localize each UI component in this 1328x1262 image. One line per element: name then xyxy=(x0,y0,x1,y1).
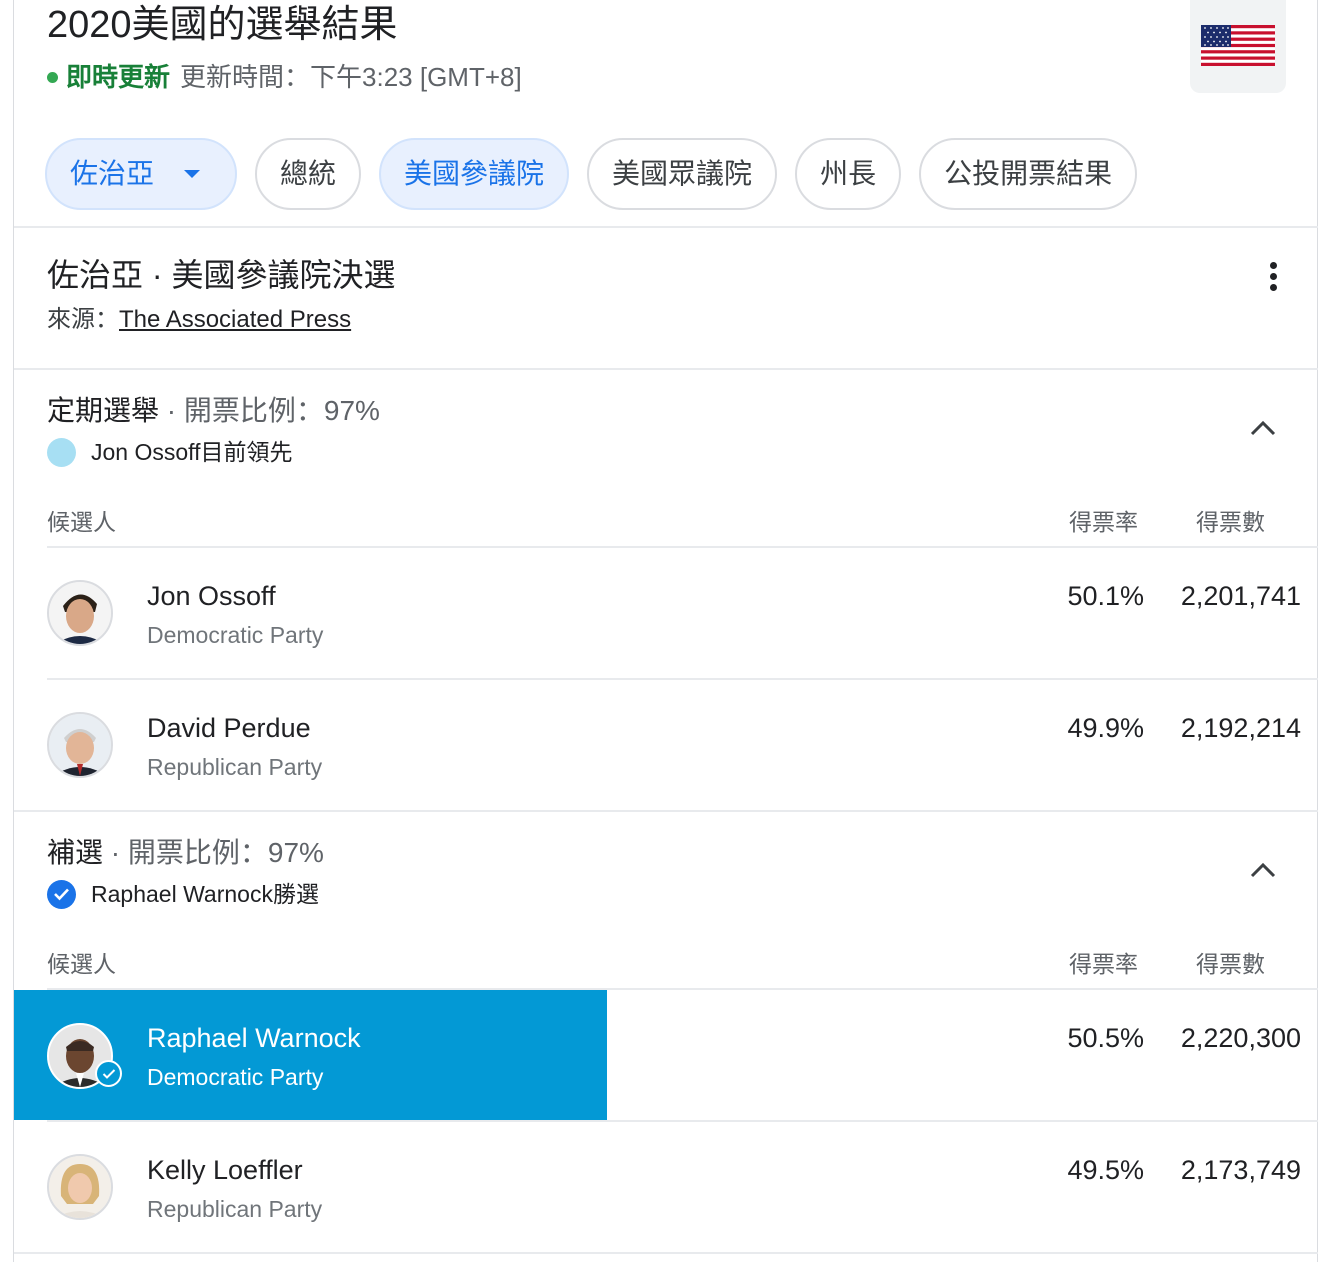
vote-count: 2,220,300 xyxy=(1180,1023,1301,1053)
divider xyxy=(14,368,1318,370)
vote-count: 2,201,741 xyxy=(1180,581,1301,611)
divider xyxy=(14,1252,1318,1254)
vote-percent: 49.5% xyxy=(1067,1155,1144,1185)
more-options-icon[interactable] xyxy=(1260,258,1286,296)
race-title: 佐治亞 · 美國參議院決選 xyxy=(47,257,396,293)
live-dot-icon xyxy=(47,71,58,83)
section-status: Raphael Warnock勝選 xyxy=(47,879,319,909)
race-type-tabs: 佐治亞 總統 美國參議院 美國眾議院 州長 公投開票結果 xyxy=(45,138,1138,210)
candidate-row[interactable]: Kelly Loeffler Republican Party 49.5% 2,… xyxy=(14,1122,1318,1252)
caret-down-icon xyxy=(184,170,201,178)
column-header-pct: 得票率 xyxy=(1069,509,1138,535)
column-header-votes: 得票數 xyxy=(1196,951,1265,977)
live-label: 即時更新 xyxy=(66,62,171,92)
state-label: 佐治亞 xyxy=(70,158,155,189)
tab-house[interactable]: 美國眾議院 xyxy=(587,138,778,210)
divider xyxy=(14,226,1318,228)
vote-percent: 49.9% xyxy=(1067,713,1144,743)
candidate-party: Republican Party xyxy=(147,1196,323,1222)
column-header-pct: 得票率 xyxy=(1069,951,1138,977)
us-flag-icon[interactable] xyxy=(1190,0,1286,93)
candidate-name: David Perdue xyxy=(147,713,311,743)
vote-count: 2,192,214 xyxy=(1180,713,1301,743)
page-title: 2020美國的選舉結果 xyxy=(47,4,398,46)
candidate-name: Raphael Warnock xyxy=(147,1023,361,1053)
candidate-row[interactable]: David Perdue Republican Party 49.9% 2,19… xyxy=(14,680,1318,810)
live-update-row: 即時更新 更新時間：下午3:23 [GMT+8] xyxy=(47,60,522,94)
section-title: 定期選舉 · 開票比例：97% xyxy=(47,395,380,426)
reporting-percent: 開票比例：97% xyxy=(127,837,324,868)
update-time: 更新時間：下午3:23 [GMT+8] xyxy=(180,62,522,92)
candidate-name: Jon Ossoff xyxy=(147,581,276,611)
column-header-candidate: 候選人 xyxy=(47,509,116,535)
collapse-chevron-icon[interactable] xyxy=(1246,854,1280,888)
avatar xyxy=(47,580,113,646)
vote-count: 2,173,749 xyxy=(1180,1155,1301,1185)
divider xyxy=(14,810,1318,812)
avatar xyxy=(47,712,113,778)
state-dropdown-chip[interactable]: 佐治亞 xyxy=(45,138,238,210)
tab-governor[interactable]: 州長 xyxy=(795,138,902,210)
vote-percent: 50.5% xyxy=(1067,1023,1144,1053)
source-label: 來源： xyxy=(47,306,119,333)
column-header-votes: 得票數 xyxy=(1196,509,1265,535)
column-header-candidate: 候選人 xyxy=(47,951,116,977)
status-text: Raphael Warnock勝選 xyxy=(91,881,319,907)
tab-ballot-measures[interactable]: 公投開票結果 xyxy=(919,138,1138,210)
status-text: Jon Ossoff目前領先 xyxy=(91,439,293,465)
reporting-percent: 開票比例：97% xyxy=(183,395,380,426)
election-results-card: 2020美國的選舉結果 即時更新 更新時間：下午3:23 [GMT+8] 佐治亞… xyxy=(13,0,1318,1262)
vote-percent: 50.1% xyxy=(1067,581,1144,611)
avatar xyxy=(47,1154,113,1220)
source-line: 來源：The Associated Press xyxy=(47,304,351,336)
source-link[interactable]: The Associated Press xyxy=(119,306,351,333)
candidate-row[interactable]: Jon Ossoff Democratic Party 50.1% 2,201,… xyxy=(14,548,1318,678)
collapse-chevron-icon[interactable] xyxy=(1246,412,1280,446)
winner-check-icon xyxy=(95,1060,122,1087)
winner-bar: Raphael Warnock Democratic Party xyxy=(14,990,607,1120)
candidate-party: Democratic Party xyxy=(147,622,324,648)
candidate-party: Democratic Party xyxy=(147,1064,324,1090)
section-status: Jon Ossoff目前領先 xyxy=(47,437,293,467)
lead-dot-icon xyxy=(47,437,76,467)
section-title: 補選 · 開票比例：97% xyxy=(47,837,324,868)
candidate-name: Kelly Loeffler xyxy=(147,1155,303,1185)
section-type: 補選 xyxy=(47,837,104,868)
tab-senate[interactable]: 美國參議院 xyxy=(379,138,570,210)
section-type: 定期選舉 xyxy=(47,395,160,426)
tab-president[interactable]: 總統 xyxy=(255,138,362,210)
candidate-row-winner[interactable]: Raphael Warnock Democratic Party 50.5% 2… xyxy=(14,990,1318,1120)
candidate-party: Republican Party xyxy=(147,754,323,780)
check-circle-icon xyxy=(47,879,76,909)
